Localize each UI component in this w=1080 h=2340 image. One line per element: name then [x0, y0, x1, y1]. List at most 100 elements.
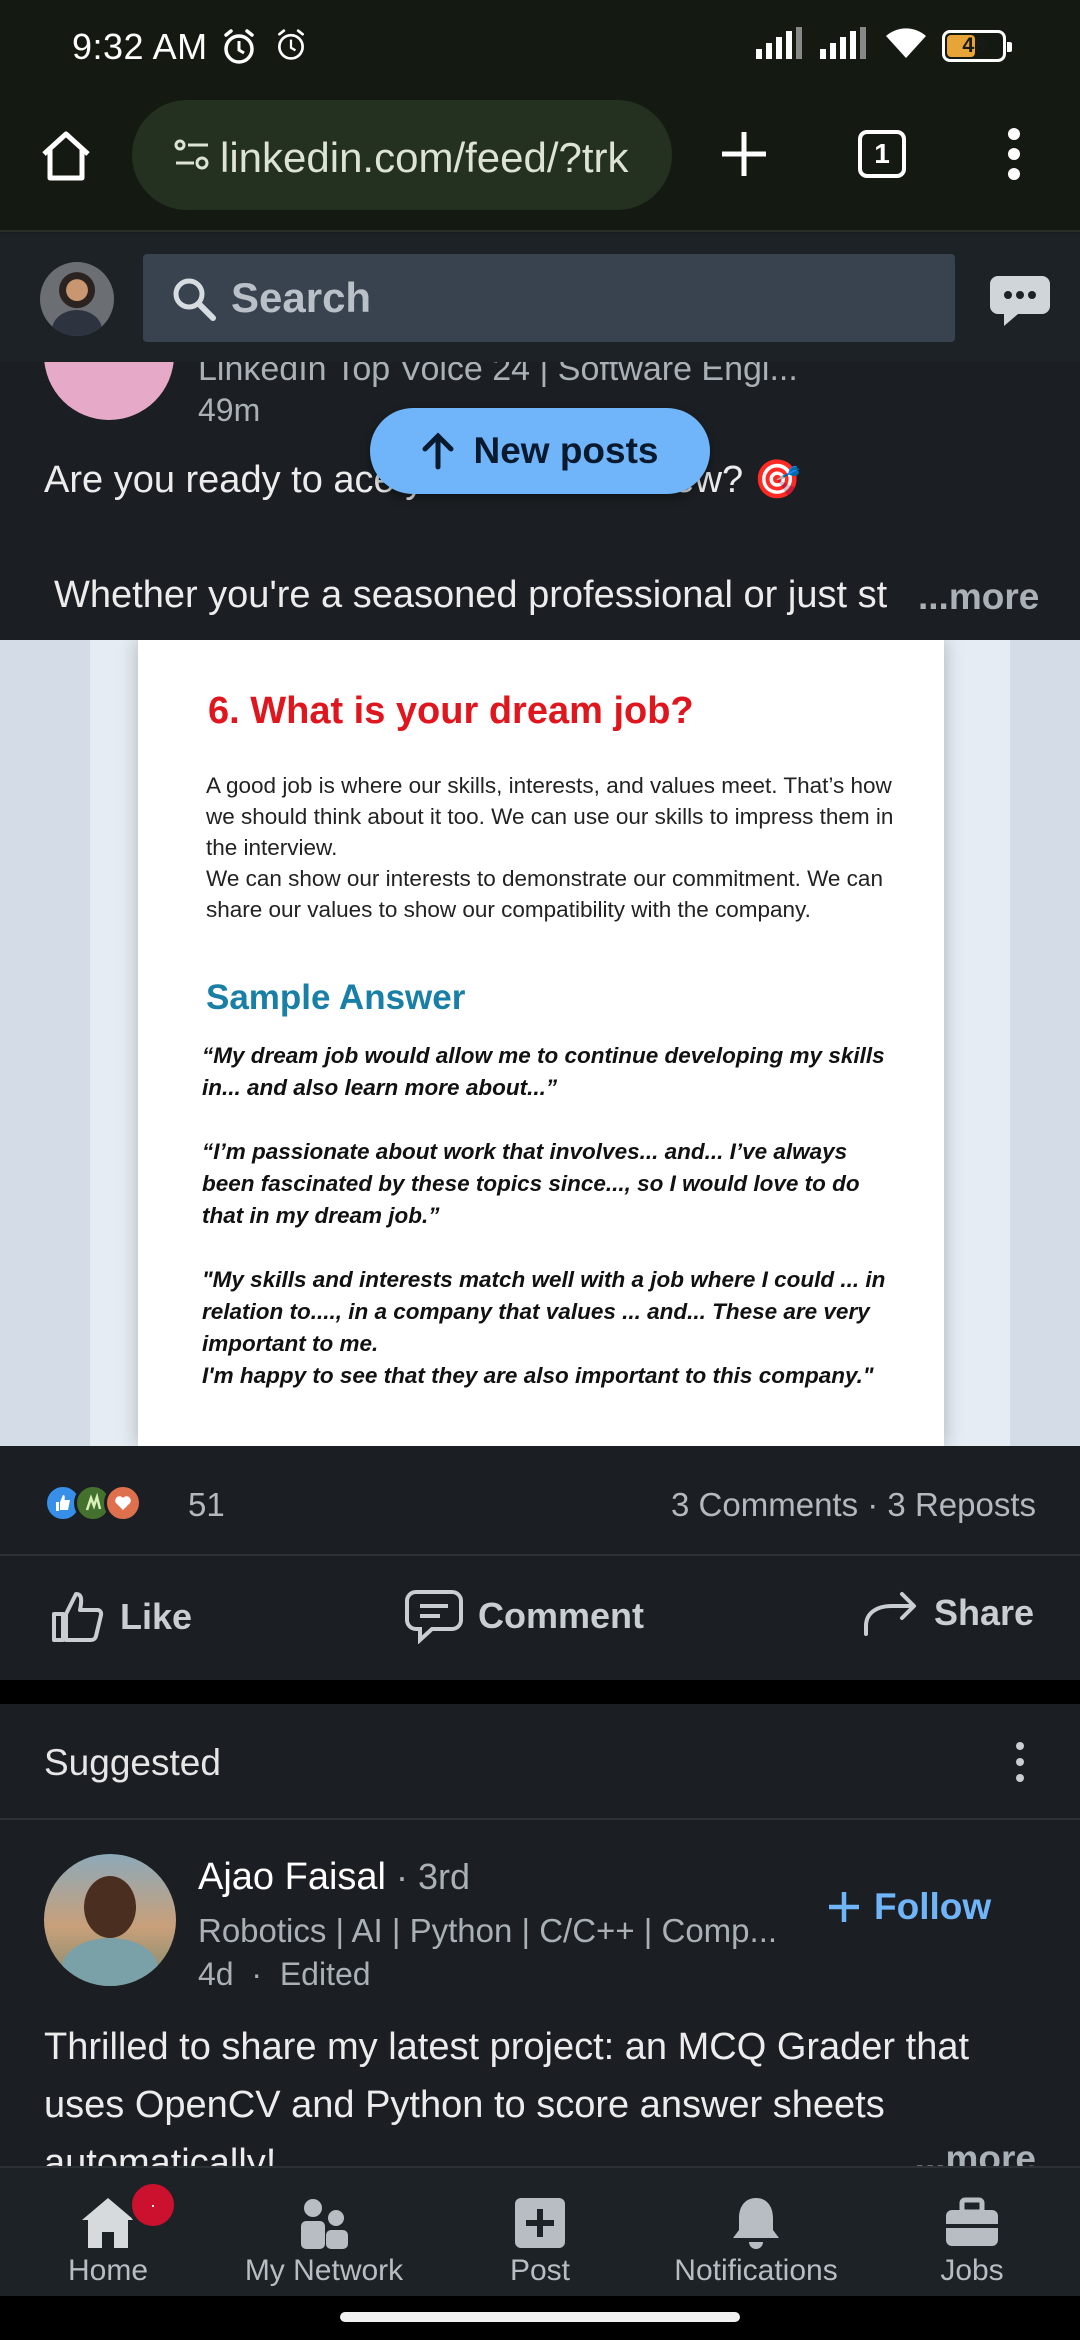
- linkedin-header: Search: [0, 234, 1080, 362]
- post-text-line: Whether you're a seasoned professional o…: [54, 574, 888, 616]
- connection-degree: · 3rd: [385, 1856, 471, 1897]
- site-settings-icon[interactable]: [172, 135, 212, 180]
- author-avatar[interactable]: [44, 362, 174, 420]
- share-button[interactable]: Share: [862, 1588, 1034, 1638]
- browser-home-button[interactable]: [30, 120, 102, 192]
- comment-button[interactable]: Comment: [404, 1588, 644, 1644]
- nav-jobs[interactable]: Jobs: [864, 2168, 1080, 2298]
- add-post-icon: [515, 2198, 565, 2248]
- more-vertical-icon: [1008, 128, 1020, 180]
- tab-count: 1: [858, 130, 906, 178]
- url-text[interactable]: linkedin.com/feed/?trk: [220, 134, 660, 182]
- wifi-icon: [884, 26, 928, 65]
- nav-my-network-label: My Network: [244, 2254, 404, 2287]
- messaging-button[interactable]: [988, 270, 1052, 330]
- plus-icon: [829, 1892, 859, 1922]
- search-icon: [171, 276, 217, 327]
- search-input[interactable]: Search: [143, 254, 955, 342]
- status-time: 9:32 AM: [72, 26, 208, 67]
- status-icons-right: 48: [756, 26, 1012, 65]
- follow-label: Follow: [874, 1886, 992, 1927]
- nav-post-label: Post: [509, 2254, 571, 2287]
- share-label: Share: [934, 1592, 1035, 1633]
- comments-reposts-count[interactable]: 3 Comments · 3 Reposts: [671, 1486, 1036, 1524]
- nav-my-network[interactable]: My Network: [216, 2168, 432, 2298]
- address-bar[interactable]: linkedin.com/feed/?trk: [132, 100, 672, 210]
- image-quote: “I’m passionate about work that involves…: [202, 1139, 860, 1228]
- tab-switcher-button[interactable]: 1: [846, 118, 918, 190]
- image-body-text: A good job is where our skills, interest…: [206, 773, 894, 922]
- author-headline: Robotics | AI | Python | C/C++ | Comp...: [198, 1912, 778, 1949]
- briefcase-icon: [946, 2197, 998, 2246]
- suggested-header: Suggested: [0, 1704, 1080, 1820]
- love-reaction-icon: [104, 1484, 142, 1522]
- gesture-area: [0, 2296, 1080, 2340]
- messaging-icon: [990, 276, 1050, 326]
- battery-icon: 48: [942, 29, 1012, 62]
- author-name[interactable]: Ajao Faisal · 3rd: [198, 1856, 470, 1899]
- more-vertical-icon: [1016, 1742, 1024, 1782]
- arrow-up-icon: [422, 432, 454, 470]
- follow-button[interactable]: Follow: [826, 1886, 991, 1928]
- author-headline: LinkedIn Top Voice 24 | Software Engi...: [198, 362, 798, 388]
- browser-menu-button[interactable]: [978, 118, 1050, 190]
- nav-home[interactable]: · Home: [0, 2168, 216, 2298]
- comment-icon: [405, 1590, 463, 1644]
- post-text: Thrilled to share my latest project: an …: [44, 2026, 970, 2166]
- new-posts-button[interactable]: New posts: [370, 408, 710, 494]
- image-subheading: Sample Answer: [206, 978, 466, 1017]
- status-icons-left: [220, 28, 308, 71]
- image-quote: "My skills and interests match well with…: [202, 1267, 886, 1388]
- signal-icon: [820, 27, 870, 64]
- see-more-link[interactable]: ...more: [918, 576, 1039, 618]
- suggested-label: Suggested: [44, 1742, 221, 1783]
- nav-notifications[interactable]: Notifications: [648, 2168, 864, 2298]
- image-document: 6. What is your dream job? A good job is…: [138, 640, 944, 1446]
- post-options-button[interactable]: [1000, 1734, 1040, 1790]
- new-posts-label: New posts: [473, 430, 659, 471]
- bottom-nav: · Home My Network Post Notifications Job…: [0, 2166, 1080, 2296]
- post-time: 4d · Edited: [198, 1956, 371, 1992]
- post-time: 49m: [198, 392, 261, 428]
- my-avatar[interactable]: [40, 262, 114, 336]
- image-quote: “My dream job would allow me to continue…: [202, 1043, 885, 1100]
- image-margin: [0, 640, 90, 1446]
- notification-badge: ·: [128, 2180, 178, 2230]
- suggested-post: Ajao Faisal · 3rd Robotics | AI | Python…: [0, 1820, 1080, 2166]
- plus-icon: [722, 132, 766, 176]
- comment-label: Comment: [478, 1595, 645, 1636]
- signal-icon: [756, 27, 806, 64]
- new-tab-button[interactable]: [708, 118, 780, 190]
- bell-icon: [733, 2198, 779, 2249]
- browser-toolbar: linkedin.com/feed/?trk 1: [0, 92, 1080, 232]
- battery-percent: 48: [962, 33, 986, 57]
- post-actions: Like Comment Share: [0, 1558, 1080, 1680]
- like-button[interactable]: Like: [48, 1588, 192, 1646]
- reaction-count[interactable]: 51: [188, 1486, 225, 1524]
- home-gesture-bar[interactable]: [340, 2312, 740, 2322]
- image-quotes: “My dream job would allow me to continue…: [202, 1040, 902, 1424]
- thumbs-up-icon: [52, 1592, 104, 1642]
- alarm-clock-icon: [220, 28, 258, 71]
- image-margin: [1010, 640, 1080, 1446]
- nav-post[interactable]: Post: [432, 2168, 648, 2298]
- feed-separator: [0, 1680, 1080, 1704]
- nav-notifications-label: Notifications: [674, 2254, 838, 2287]
- author-avatar[interactable]: [44, 1854, 176, 1986]
- see-more-link[interactable]: ...more: [915, 2138, 1036, 2166]
- home-icon: [42, 131, 90, 181]
- post-image[interactable]: 6. What is your dream job? A good job is…: [0, 640, 1080, 1446]
- status-bar: 9:32 AM 48: [0, 0, 1080, 92]
- people-icon: [301, 2199, 348, 2249]
- nav-home-label: Home: [67, 2254, 149, 2287]
- social-counts: 51 3 Comments · 3 Reposts: [0, 1446, 1080, 1556]
- alarm-icon: [274, 28, 308, 71]
- reaction-icons[interactable]: [44, 1484, 142, 1522]
- nav-jobs-label: Jobs: [940, 2254, 1004, 2287]
- like-label: Like: [120, 1596, 193, 1637]
- feed-post: LinkedIn Top Voice 24 | Software Engi...…: [0, 362, 1080, 640]
- author-name-text[interactable]: Ajao Faisal: [198, 1856, 386, 1898]
- image-heading: 6. What is your dream job?: [208, 690, 694, 732]
- share-icon: [864, 1592, 916, 1636]
- search-placeholder: Search: [231, 274, 372, 321]
